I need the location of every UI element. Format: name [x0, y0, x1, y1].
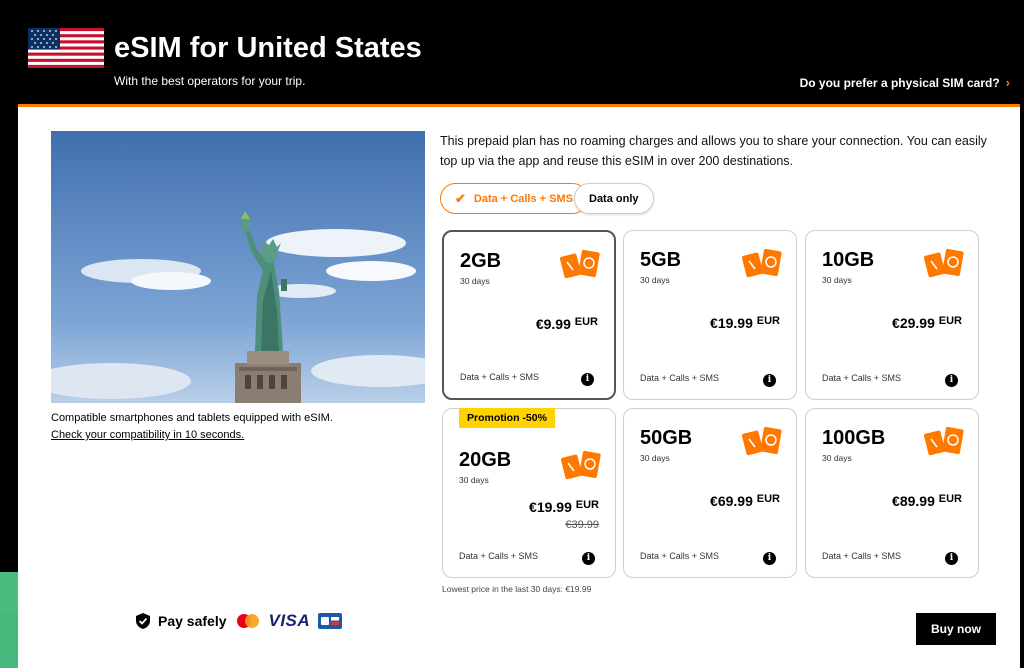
mastercard-icon: [236, 614, 259, 628]
plan-card-50gb[interactable]: 50GB 30 days €69.99 EUR Data + Calls + S…: [623, 408, 797, 578]
chevron-right-icon: ›: [1005, 75, 1010, 90]
plan-size: 20GB: [459, 449, 512, 471]
plan-size: 50GB: [640, 427, 693, 449]
info-icon[interactable]: i: [763, 552, 776, 565]
info-icon[interactable]: i: [581, 373, 594, 386]
plan-duration: 30 days: [460, 276, 490, 286]
visa-logo: VISA: [268, 611, 311, 630]
page-title: eSIM for United States: [114, 32, 422, 64]
plan-card-20gb[interactable]: Promotion -50% 20GB 30 days €19.99 EUR €…: [442, 408, 616, 578]
plan-size: 100GB: [822, 427, 886, 449]
price-amount: €9.99: [535, 316, 571, 332]
main-content: Compatible smartphones and tablets equip…: [18, 107, 1020, 668]
plan-size: 2GB: [460, 250, 502, 272]
plan-card-100gb[interactable]: 100GB 30 days €89.99 EUR Data + Calls + …: [805, 408, 979, 578]
page-header: eSIM for United States With the best ope…: [18, 0, 1020, 108]
plan-features: Data + Calls + SMS: [640, 373, 720, 383]
plan-price: €89.99 EUR: [892, 493, 962, 509]
price-currency: EUR: [938, 493, 962, 505]
physical-sim-link-label: Do you prefer a physical SIM card?: [799, 75, 1000, 90]
plan-duration: 30 days: [822, 453, 852, 463]
sim-cards-icon: [742, 426, 782, 456]
buy-now-button[interactable]: Buy now: [916, 613, 996, 645]
price-currency: EUR: [938, 315, 962, 327]
sim-cards-icon: [561, 450, 601, 480]
plan-features: Data + Calls + SMS: [822, 373, 902, 383]
plan-features: Data + Calls + SMS: [822, 551, 902, 561]
price-currency: EUR: [756, 493, 780, 505]
info-icon[interactable]: i: [945, 374, 958, 387]
info-icon[interactable]: i: [945, 552, 958, 565]
sim-cards-icon: [924, 426, 964, 456]
price-currency: EUR: [574, 316, 598, 328]
plan-duration: 30 days: [640, 275, 670, 285]
pay-safely: Pay safely VISA: [136, 611, 343, 631]
plan-features: Data + Calls + SMS: [459, 551, 539, 561]
compat-text: Compatible smartphones and tablets equip…: [51, 412, 333, 424]
filter-data-only[interactable]: Data only: [574, 183, 654, 214]
old-price: €39.99: [565, 519, 599, 531]
filter-label: Data + Calls + SMS: [473, 192, 573, 205]
check-icon: ✔: [455, 190, 466, 206]
price-amount: €29.99: [892, 315, 935, 331]
plan-card-10gb[interactable]: 10GB 30 days €29.99 EUR Data + Calls + S…: [805, 230, 979, 400]
us-flag-icon: [28, 28, 104, 68]
plan-duration: 30 days: [459, 475, 489, 485]
plan-features: Data + Calls + SMS: [640, 551, 720, 561]
info-icon[interactable]: i: [763, 374, 776, 387]
sim-cards-icon: [924, 248, 964, 278]
sim-cards-icon: [560, 249, 600, 279]
plan-price: €9.99 EUR: [536, 316, 598, 332]
plan-description: This prepaid plan has no roaming charges…: [440, 134, 987, 168]
plan-duration: 30 days: [822, 275, 852, 285]
pay-safely-label: Pay safely: [158, 613, 227, 629]
statue-of-liberty-image: [51, 131, 425, 403]
lowest-price-note: Lowest price in the last 30 days: €19.99: [442, 584, 592, 594]
plan-size: 10GB: [822, 249, 875, 271]
plan-price: €69.99 EUR: [710, 493, 780, 509]
page-subtitle: With the best operators for your trip.: [114, 74, 306, 88]
price-amount: €19.99: [710, 315, 753, 331]
plan-duration: 30 days: [640, 453, 670, 463]
plan-size: 5GB: [640, 249, 682, 271]
price-amount: €69.99: [710, 493, 753, 509]
info-icon[interactable]: i: [582, 552, 595, 565]
price-amount: €89.99: [892, 493, 935, 509]
sim-cards-icon: [742, 248, 782, 278]
plan-price: €19.99 EUR: [529, 499, 599, 515]
compat-check-link[interactable]: Check your compatibility in 10 seconds.: [51, 429, 244, 441]
cb-card-icon: [318, 613, 343, 629]
plan-features: Data + Calls + SMS: [460, 372, 540, 382]
physical-sim-link[interactable]: Do you prefer a physical SIM card? ›: [800, 75, 1010, 90]
price-currency: EUR: [575, 499, 599, 511]
plan-price: €19.99 EUR: [710, 315, 780, 331]
price-amount: €19.99: [529, 499, 572, 515]
price-currency: EUR: [756, 315, 780, 327]
plan-card-5gb[interactable]: 5GB 30 days €19.99 EUR Data + Calls + SM…: [623, 230, 797, 400]
plan-price: €29.99 EUR: [892, 315, 962, 331]
filter-label: Data only: [589, 192, 639, 205]
promotion-badge: Promotion -50%: [459, 408, 555, 428]
plan-card-2gb[interactable]: 2GB 30 days €9.99 EUR Data + Calls + SMS…: [442, 230, 616, 400]
shield-check-icon: [136, 613, 150, 629]
filter-data-calls-sms[interactable]: ✔ Data + Calls + SMS: [440, 183, 588, 214]
